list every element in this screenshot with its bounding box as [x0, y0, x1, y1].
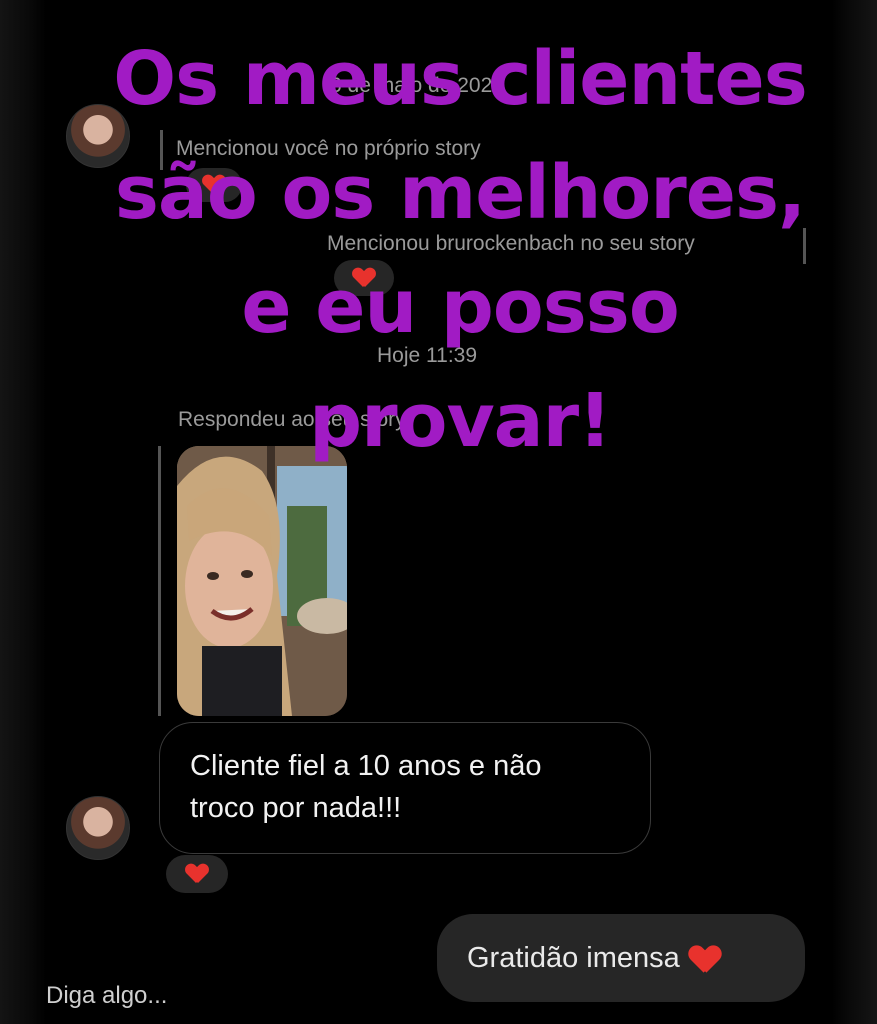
overlay-caption: Os meus clientes são os melhores, e eu p…: [40, 22, 877, 478]
heart-icon: [689, 946, 720, 974]
avatar[interactable]: [66, 796, 130, 860]
quote-bar: [158, 446, 161, 716]
overlay-line: são os melhores,: [114, 150, 806, 236]
message-bubble-sent[interactable]: Gratidão imensa: [437, 914, 805, 1002]
message-text: Gratidão imensa: [467, 941, 680, 974]
message-bubble-received[interactable]: Cliente fiel a 10 anos e não troco por n…: [159, 722, 651, 854]
overlay-line: provar!: [309, 378, 612, 464]
message-line: Cliente fiel a 10 anos e não: [190, 750, 542, 782]
story-image: [177, 446, 347, 716]
message-input[interactable]: Diga algo...: [46, 982, 167, 1010]
overlay-line: Os meus clientes: [113, 36, 808, 122]
reaction-pill[interactable]: [166, 855, 228, 893]
heart-icon: [186, 864, 208, 884]
story-thumbnail[interactable]: [177, 446, 347, 716]
message-line: troco por nada!!!: [190, 792, 402, 824]
overlay-line: e eu posso: [241, 264, 679, 350]
